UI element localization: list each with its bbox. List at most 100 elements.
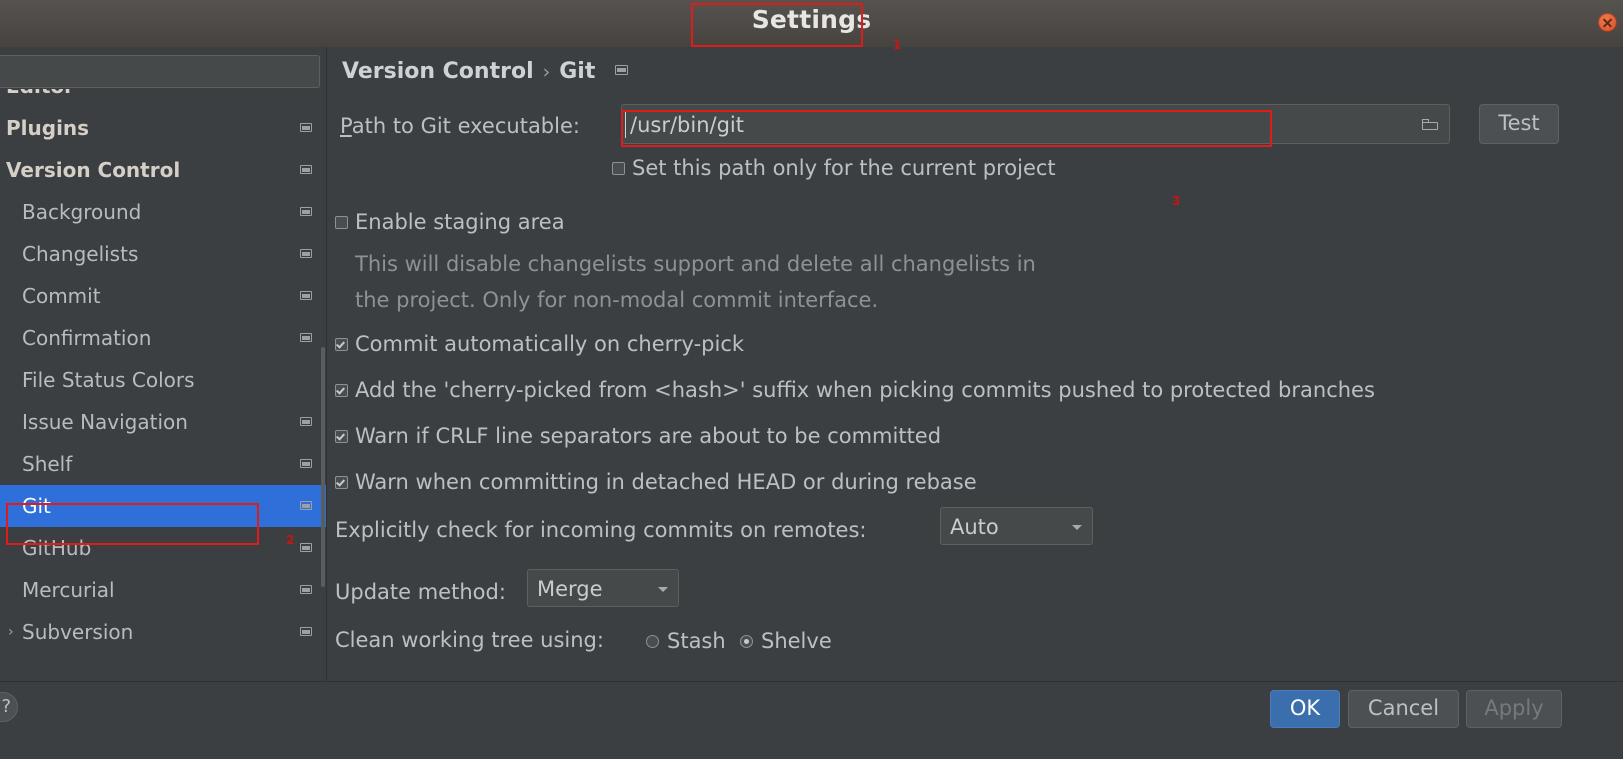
apply-button: Apply — [1466, 690, 1562, 728]
sidebar-item-label: GitHub — [22, 536, 92, 560]
settings-tree: Editor Plugins Version Control Background Ch… — [0, 89, 326, 681]
sidebar-item-label: File Status Colors — [22, 368, 195, 392]
window-titlebar: Settings — [0, 0, 1623, 48]
sidebar-item-badge-icon — [300, 249, 312, 258]
sidebar-item-label: Confirmation — [22, 326, 152, 350]
update-method-dropdown[interactable]: Merge — [527, 569, 679, 607]
sidebar-item-issue-navigation[interactable]: Issue Navigation — [0, 401, 326, 443]
set-path-current-project-label: Set this path only for the current proje… — [632, 156, 1056, 180]
git-executable-value: /usr/bin/git — [630, 113, 744, 137]
git-checkbox[interactable] — [335, 476, 348, 489]
sidebar-item-label: Plugins — [6, 116, 90, 140]
sidebar-item-version-control[interactable]: Version Control — [0, 149, 326, 191]
git-executable-input[interactable]: /usr/bin/git — [621, 104, 1450, 144]
sidebar-item-editor[interactable]: Editor — [0, 89, 326, 107]
git-checkbox-label: Warn if CRLF line separators are about t… — [355, 424, 942, 448]
sidebar-item-badge-icon — [300, 333, 312, 342]
incoming-commits-row: Explicitly check for incoming commits on… — [335, 520, 867, 541]
search-box[interactable]: ⌵ — [0, 55, 320, 89]
sidebar-item-badge-icon — [300, 123, 312, 132]
text-caret — [625, 112, 626, 138]
help-button[interactable]: ? — [0, 692, 18, 722]
sidebar-item-label: Shelf — [22, 452, 73, 476]
enable-staging-area-label: Enable staging area — [355, 210, 565, 234]
sidebar-item-badge-icon — [300, 165, 312, 174]
git-checkbox-label: Commit automatically on cherry-pick — [355, 332, 745, 356]
search-input[interactable] — [7, 56, 311, 89]
sidebar-item-shelf[interactable]: Shelf — [0, 443, 326, 485]
close-icon[interactable] — [1598, 13, 1617, 32]
folder-icon[interactable] — [1422, 119, 1439, 131]
settings-dialog: Settings ⌵ Editor Plugins Version Control B… — [0, 0, 1623, 759]
enable-staging-area-checkbox[interactable] — [335, 216, 348, 229]
sidebar-item-badge-icon — [300, 291, 312, 300]
sidebar-item-label: Issue Navigation — [22, 410, 188, 434]
clean-working-tree-stash-radio[interactable] — [646, 635, 659, 648]
git-checkbox[interactable] — [335, 384, 348, 397]
enable-staging-description-line2: the project. Only for non-modal commit i… — [355, 288, 879, 312]
breadcrumb: Version Control › Git — [342, 57, 629, 87]
incoming-commits-value: Auto — [950, 515, 999, 539]
breadcrumb-badge-icon — [615, 65, 629, 75]
sidebar-item-github[interactable]: GitHub — [0, 527, 326, 569]
test-button[interactable]: Test — [1479, 104, 1559, 144]
sidebar-item-subversion[interactable]: › Subversion — [0, 611, 326, 641]
sidebar-item-plugins[interactable]: Plugins — [0, 107, 326, 149]
git-executable-label: Path to Git executable: — [340, 114, 580, 138]
git-executable-mnemonic: P — [340, 114, 352, 138]
clean-working-tree-shelve-radio[interactable] — [740, 635, 753, 648]
sidebar-item-label: Changelists — [22, 242, 139, 266]
set-path-current-project-checkbox[interactable] — [612, 162, 625, 175]
enable-staging-description-line1: This will disable changelists support an… — [355, 252, 1036, 276]
sidebar-item-background[interactable]: Background — [0, 191, 326, 233]
sidebar-item-label: Editor — [6, 89, 74, 98]
git-checkbox-label: Add the 'cherry-picked from <hash>' suff… — [355, 378, 1375, 402]
sidebar-item-confirmation[interactable]: Confirmation — [0, 317, 326, 359]
chevron-down-icon — [658, 587, 668, 592]
breadcrumb-parent[interactable]: Version Control — [342, 59, 534, 84]
settings-sidebar: ⌵ Editor Plugins Version Control Background… — [0, 47, 327, 681]
sidebar-item-commit[interactable]: Commit — [0, 275, 326, 317]
incoming-commits-label: Explicitly check for incoming commits on… — [335, 518, 867, 542]
sidebar-item-git[interactable]: Git — [0, 485, 326, 527]
dialog-body: ⌵ Editor Plugins Version Control Background… — [0, 47, 1623, 681]
breadcrumb-current: Git — [559, 59, 596, 84]
clean-working-tree-stash-label[interactable]: Stash — [667, 631, 726, 652]
ok-button[interactable]: OK — [1270, 690, 1340, 728]
git-checkbox[interactable] — [335, 338, 348, 351]
chevron-down-icon — [1072, 525, 1082, 530]
sidebar-item-badge-icon — [300, 459, 312, 468]
sidebar-item-label: Commit — [22, 284, 101, 308]
dialog-footer: ? OK Cancel Apply — [0, 681, 1623, 759]
chevron-right-icon[interactable]: › — [8, 611, 14, 641]
cancel-button[interactable]: Cancel — [1348, 690, 1459, 728]
update-method-value: Merge — [537, 577, 603, 601]
clean-working-tree-row: Clean working tree using: Stash Shelve — [335, 628, 832, 656]
sidebar-item-label: Git — [22, 494, 51, 518]
sidebar-item-label: Background — [22, 200, 142, 224]
sidebar-item-mercurial[interactable]: Mercurial — [0, 569, 326, 611]
sidebar-item-label: Mercurial — [22, 578, 115, 602]
sidebar-item-badge-icon — [300, 417, 312, 426]
git-checkbox-label: Warn when committing in detached HEAD or… — [355, 470, 977, 494]
incoming-commits-dropdown[interactable]: Auto — [940, 507, 1093, 545]
clean-working-tree-shelve-label[interactable]: Shelve — [761, 631, 832, 652]
sidebar-item-badge-icon — [300, 501, 312, 510]
sidebar-scrollbar[interactable] — [321, 347, 325, 587]
git-executable-label-rest: ath to Git executable: — [351, 114, 580, 138]
sidebar-item-file-status-colors[interactable]: File Status Colors — [0, 359, 326, 401]
sidebar-item-label: Version Control — [6, 158, 181, 182]
update-method-row: Update method: — [335, 582, 506, 603]
sidebar-item-changelists[interactable]: Changelists — [0, 233, 326, 275]
git-checkbox[interactable] — [335, 430, 348, 443]
window-title: Settings — [751, 5, 872, 34]
breadcrumb-separator: › — [542, 61, 551, 83]
sidebar-item-badge-icon — [300, 627, 312, 636]
update-method-label: Update method: — [335, 580, 506, 604]
search-icon: ⌵ — [0, 67, 2, 79]
sidebar-item-badge-icon — [300, 585, 312, 594]
settings-content: Version Control › Git Path to Git executab… — [327, 47, 1623, 681]
sidebar-item-badge-icon — [300, 207, 312, 216]
sidebar-item-badge-icon — [300, 543, 312, 552]
clean-working-tree-label: Clean working tree using: — [335, 628, 604, 652]
